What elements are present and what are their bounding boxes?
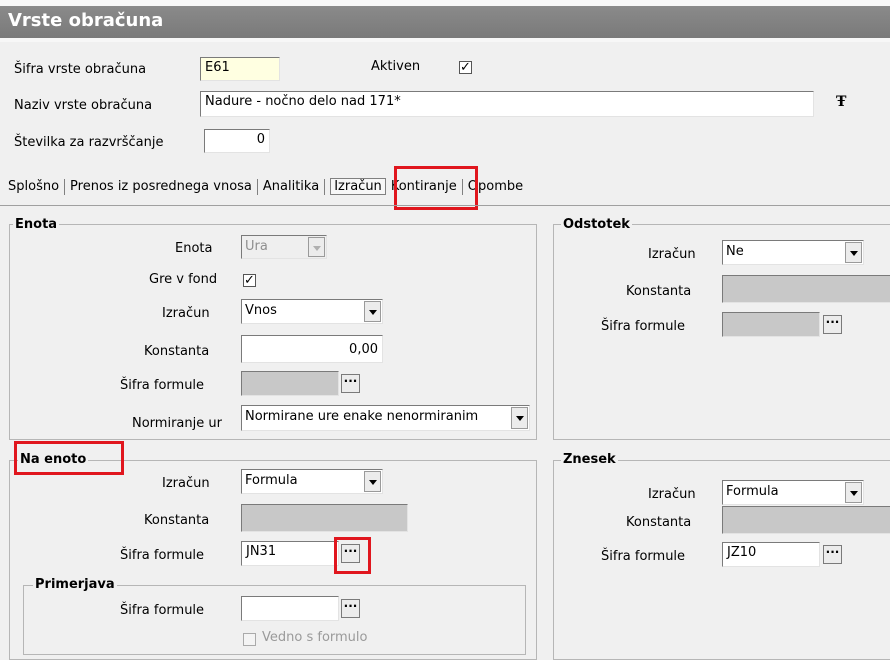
always-formula-checkbox[interactable] — [243, 633, 256, 646]
znesek-formula-field[interactable]: JZ10 — [722, 542, 820, 567]
chevron-down-icon — [845, 242, 862, 263]
tab-prenos[interactable]: Prenos iz posrednega vnosa — [70, 179, 252, 194]
ellipsis-button[interactable]: ··· — [823, 315, 842, 334]
ellipsis-button[interactable]: ··· — [341, 374, 360, 393]
norm-value: Normirane ure enake nenormiranim — [245, 409, 479, 424]
odstotek-formula-field[interactable] — [722, 312, 820, 337]
tab-divider — [0, 205, 890, 206]
unit-value: Ura — [245, 239, 268, 254]
znesek-const-field[interactable] — [722, 506, 890, 534]
window-title: Vrste obračuna — [8, 10, 164, 31]
na-enoto-const-label: Konstanta — [144, 513, 210, 528]
name-label: Naziv vrste obračuna — [14, 98, 153, 113]
active-checkbox[interactable]: ✓ — [459, 61, 472, 74]
odstotek-calc-value: Ne — [726, 244, 744, 259]
window-titlebar: Vrste obračuna — [0, 0, 890, 42]
active-label: Aktiven — [371, 59, 421, 74]
enota-formula-label: Šifra formule — [120, 378, 205, 393]
font-icon[interactable]: Ŧ — [836, 94, 846, 110]
norm-label: Normiranje ur — [132, 416, 222, 431]
enota-calc-label: Izračun — [162, 306, 210, 321]
chevron-down-icon — [364, 471, 381, 492]
fund-checkbox[interactable]: ✓ — [243, 274, 256, 287]
znesek-formula-label: Šifra formule — [601, 549, 686, 564]
odstotek-const-field[interactable] — [722, 275, 890, 303]
enota-unit-label: Enota — [175, 241, 213, 256]
formula-button-highlight-box — [334, 537, 371, 574]
znesek-title: Znesek — [561, 452, 618, 467]
primerjava-formula-field[interactable] — [241, 596, 339, 621]
primerjava-title: Primerjava — [33, 577, 117, 592]
odstotek-calc-combo[interactable]: Ne — [722, 240, 864, 265]
always-formula-label: Vedno s formulo — [262, 630, 368, 645]
enota-calc-combo[interactable]: Vnos — [241, 299, 383, 324]
code-label: Šifra vrste obračuna — [14, 62, 147, 77]
znesek-calc-label: Izračun — [648, 487, 696, 502]
tab-separator — [256, 178, 258, 195]
enota-calc-value: Vnos — [245, 303, 277, 318]
enota-const-label: Konstanta — [144, 344, 210, 359]
na-enoto-formula-label: Šifra formule — [120, 548, 205, 563]
fund-label: Gre v fond — [149, 272, 218, 287]
na-enoto-const-field[interactable] — [241, 504, 408, 532]
znesek-const-label: Konstanta — [626, 515, 692, 530]
enota-formula-field[interactable] — [241, 371, 339, 396]
na-enoto-calc-label: Izračun — [162, 476, 210, 491]
code-field[interactable]: E61 — [200, 57, 280, 81]
sort-label: Številka za razvrščanje — [14, 135, 164, 150]
unit-combo[interactable]: Ura — [241, 235, 327, 259]
sort-field[interactable]: 0 — [204, 129, 270, 153]
tab-separator — [64, 178, 66, 195]
primerjava-formula-label: Šifra formule — [120, 603, 205, 618]
tab-gap — [388, 179, 389, 195]
tab-separator — [324, 178, 326, 195]
chevron-down-icon — [511, 407, 528, 429]
odstotek-const-label: Konstanta — [626, 284, 692, 299]
na-enoto-calc-value: Formula — [245, 473, 298, 488]
chevron-down-icon — [364, 301, 381, 322]
tab-splosno[interactable]: Splošno — [8, 179, 59, 194]
na-enoto-formula-field[interactable]: JN31 — [241, 541, 339, 566]
tab-izracun[interactable]: Izračun — [330, 178, 386, 195]
chevron-down-icon — [845, 482, 862, 503]
enota-title: Enota — [13, 217, 60, 232]
ellipsis-button[interactable]: ··· — [341, 599, 360, 618]
odstotek-calc-label: Izračun — [648, 247, 696, 262]
name-field[interactable]: Nadure - nočno delo nad 171* — [200, 91, 814, 117]
odstotek-formula-label: Šifra formule — [601, 319, 686, 334]
znesek-calc-value: Formula — [726, 484, 779, 499]
tab-highlight-box — [394, 166, 478, 210]
chevron-down-icon — [308, 237, 325, 257]
enota-const-field[interactable]: 0,00 — [241, 335, 383, 363]
ellipsis-button[interactable]: ··· — [823, 545, 842, 564]
na-enoto-highlight-box — [14, 441, 124, 475]
na-enoto-calc-combo[interactable]: Formula — [241, 469, 383, 494]
norm-combo[interactable]: Normirane ure enake nenormiranim — [241, 405, 530, 431]
znesek-calc-combo[interactable]: Formula — [722, 480, 864, 505]
odstotek-title: Odstotek — [561, 217, 632, 232]
tab-analitika[interactable]: Analitika — [263, 179, 319, 194]
